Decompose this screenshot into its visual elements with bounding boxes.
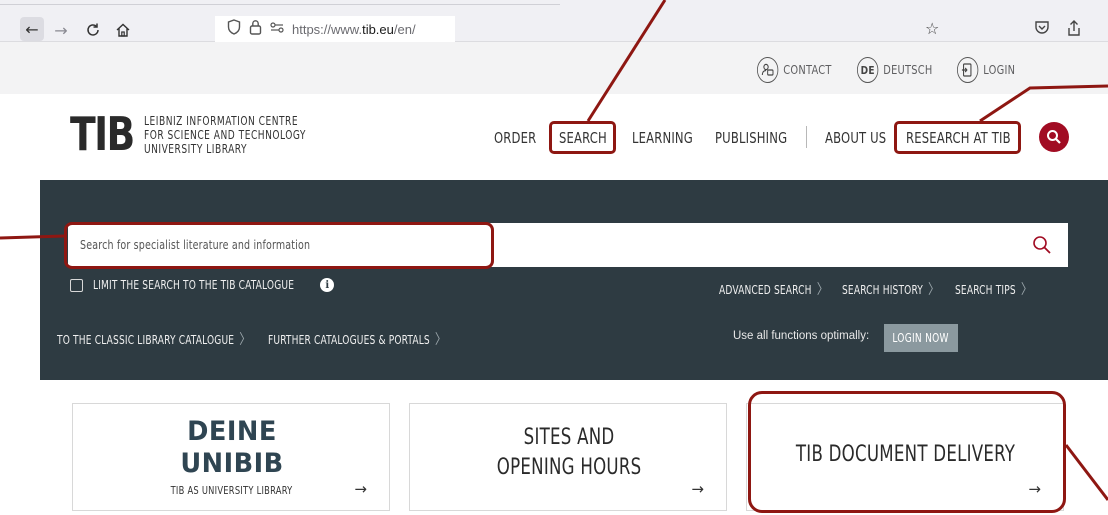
search-submit-icon[interactable] xyxy=(1032,235,1052,255)
bookmark-star-icon[interactable]: ☆ xyxy=(925,19,939,38)
logo-tagline: LEIBNIZ INFORMATION CENTRE FOR SCIENCE A… xyxy=(144,114,306,156)
tile-title-line: UNIBIB xyxy=(180,448,284,479)
browser-toolbar: ← → https://www.tib.eu/en/ ☆ xyxy=(0,0,1108,42)
logo-line: UNIVERSITY LIBRARY xyxy=(144,142,248,156)
tile-title-line: TIB DOCUMENT DELIVERY xyxy=(747,441,1065,469)
nav-about-us[interactable]: ABOUT US xyxy=(825,129,886,147)
nav-research-at-tib[interactable]: RESEARCH AT TIB xyxy=(906,129,1011,147)
nav-learning[interactable]: LEARNING xyxy=(632,129,693,147)
further-catalogues-link[interactable]: FURTHER CATALOGUES & PORTALS 〉 xyxy=(268,329,447,349)
chevron-right-icon: 〉 xyxy=(1020,282,1033,298)
login-link[interactable]: LOGIN xyxy=(957,57,1015,83)
tile-sites-opening-hours[interactable]: SITES AND OPENING HOURS → xyxy=(409,403,727,511)
use-all-functions-text: Use all functions optimally: xyxy=(733,330,870,342)
permissions-icon[interactable] xyxy=(270,21,284,37)
contact-icon xyxy=(757,57,779,83)
forward-icon[interactable]: → xyxy=(50,19,72,41)
chevron-right-icon: 〉 xyxy=(434,332,447,348)
logo-line: LEIBNIZ INFORMATION CENTRE xyxy=(144,114,299,128)
url-text: https://www.tib.eu/en/ xyxy=(292,21,416,37)
login-now-button[interactable]: LOGIN NOW xyxy=(884,324,958,352)
tab-strip xyxy=(0,0,560,5)
classic-catalogue-link[interactable]: TO THE CLASSIC LIBRARY CATALOGUE 〉 xyxy=(57,329,251,349)
advanced-search-label: ADVANCED SEARCH xyxy=(719,283,812,297)
logo-line: FOR SCIENCE AND TECHNOLOGY xyxy=(144,128,306,142)
language-label: DEUTSCH xyxy=(883,63,933,77)
chevron-right-icon: 〉 xyxy=(239,332,252,348)
pocket-icon[interactable] xyxy=(1034,19,1050,39)
tile-title-line: DEINE xyxy=(187,416,277,447)
arrow-right-icon: → xyxy=(1028,480,1041,498)
language-switch[interactable]: DE DEUTSCH xyxy=(857,57,932,83)
tile-title-text: SITES AND xyxy=(523,425,615,450)
limit-catalogue-checkbox[interactable] xyxy=(70,278,83,292)
shield-icon[interactable] xyxy=(227,19,241,39)
contact-label: CONTACT xyxy=(783,63,832,77)
login-icon xyxy=(957,57,979,83)
tile-title-text: TIB DOCUMENT DELIVERY xyxy=(796,442,1016,467)
tile-subtitle-text: TIB AS UNIVERSITY LIBRARY xyxy=(171,484,293,497)
nav-publishing[interactable]: PUBLISHING xyxy=(715,129,787,147)
search-history-label: SEARCH HISTORY xyxy=(842,283,923,297)
nav-search[interactable]: SEARCH xyxy=(559,129,607,147)
tile-title-line: OPENING HOURS xyxy=(410,454,728,482)
tile-title-text: OPENING HOURS xyxy=(496,455,642,480)
address-bar[interactable]: https://www.tib.eu/en/ xyxy=(215,16,455,42)
share-icon[interactable] xyxy=(1066,19,1082,41)
site-header: TIB LEIBNIZ INFORMATION CENTRE FOR SCIEN… xyxy=(0,94,1108,180)
nav-order[interactable]: ORDER xyxy=(494,129,536,147)
limit-label: LIMIT THE SEARCH TO THE TIB CATALOGUE xyxy=(93,278,295,292)
arrow-right-icon: → xyxy=(691,480,704,498)
lock-icon[interactable] xyxy=(249,19,262,39)
tile-document-delivery[interactable]: TIB DOCUMENT DELIVERY → xyxy=(746,403,1064,511)
chevron-right-icon: 〉 xyxy=(816,282,829,298)
further-catalogues-label: FURTHER CATALOGUES & PORTALS xyxy=(268,333,430,347)
search-tips-link[interactable]: SEARCH TIPS 〉 xyxy=(955,279,1033,299)
login-now-label: LOGIN NOW xyxy=(892,331,950,345)
home-icon[interactable] xyxy=(112,19,134,41)
search-placeholder: Search for specialist literature and inf… xyxy=(80,238,311,252)
info-icon[interactable]: i xyxy=(320,278,335,292)
advanced-search-link[interactable]: ADVANCED SEARCH 〉 xyxy=(719,279,829,299)
tib-logo[interactable]: TIB xyxy=(70,110,135,158)
limit-search-option[interactable]: LIMIT THE SEARCH TO THE TIB CATALOGUE i xyxy=(70,278,335,292)
tile-subtitle: TIB AS UNIVERSITY LIBRARY xyxy=(73,484,391,497)
arrow-right-icon: → xyxy=(354,480,367,498)
utility-bar: CONTACT DE DEUTSCH LOGIN xyxy=(0,42,1108,94)
login-label: LOGIN xyxy=(983,63,1016,77)
classic-catalogue-label: TO THE CLASSIC LIBRARY CATALOGUE xyxy=(57,333,235,347)
search-history-link[interactable]: SEARCH HISTORY 〉 xyxy=(842,279,940,299)
annotation-line xyxy=(1064,444,1108,501)
header-search-button[interactable] xyxy=(1039,122,1069,152)
search-tips-label: SEARCH TIPS xyxy=(955,283,1016,297)
nav-divider xyxy=(806,126,807,148)
chevron-right-icon: 〉 xyxy=(928,282,940,298)
tile-title-line: SITES AND xyxy=(410,424,728,452)
search-icon xyxy=(1047,130,1061,144)
language-icon: DE xyxy=(857,57,879,83)
back-icon[interactable]: ← xyxy=(20,17,44,41)
contact-link[interactable]: CONTACT xyxy=(757,57,832,83)
reload-icon[interactable] xyxy=(82,19,104,41)
tile-deine-unibib[interactable]: DEINE UNIBIB TIB AS UNIVERSITY LIBRARY → xyxy=(72,403,390,511)
